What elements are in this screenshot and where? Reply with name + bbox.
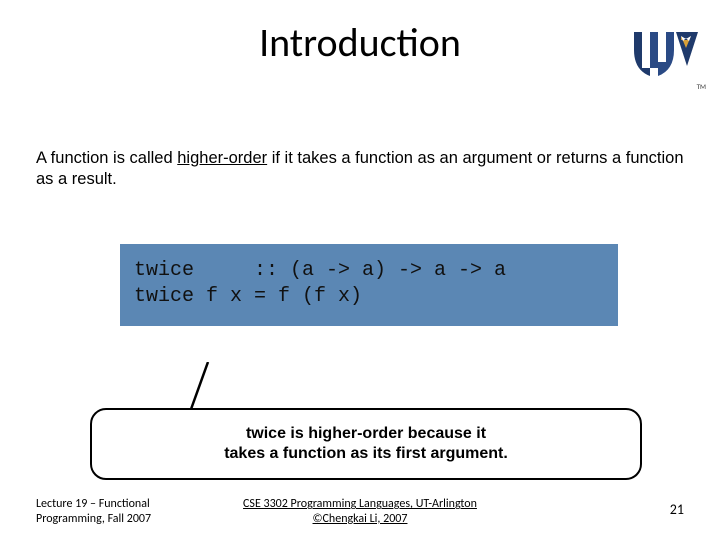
code-block: twice :: (a -> a) -> a -> a twice f x = … xyxy=(120,244,618,326)
page-number: 21 xyxy=(670,501,684,518)
intro-pre: A function is called xyxy=(36,149,177,167)
slide-title: Introduction xyxy=(0,18,720,67)
callout: twice is higher-order because it takes a… xyxy=(90,360,642,480)
callout-line-2: takes a function as its first argument. xyxy=(92,444,640,464)
footer-center-line2: ©Chengkai Li, 2007 xyxy=(0,512,720,526)
intro-text: A function is called higher-order if it … xyxy=(36,148,684,189)
slide: Introduction TM A function is called hig… xyxy=(0,0,720,540)
footer-center-line1: CSE 3302 Programming Languages, UT-Arlin… xyxy=(0,497,720,511)
footer: Lecture 19 – Functional Programming, Fal… xyxy=(0,486,720,526)
logo-tm: TM xyxy=(697,82,706,91)
callout-box: twice is higher-order because it takes a… xyxy=(90,408,642,480)
uta-logo: TM xyxy=(628,26,698,88)
callout-line-1: twice is higher-order because it xyxy=(92,424,640,444)
footer-center: CSE 3302 Programming Languages, UT-Arlin… xyxy=(0,497,720,526)
intro-term: higher-order xyxy=(177,149,267,167)
